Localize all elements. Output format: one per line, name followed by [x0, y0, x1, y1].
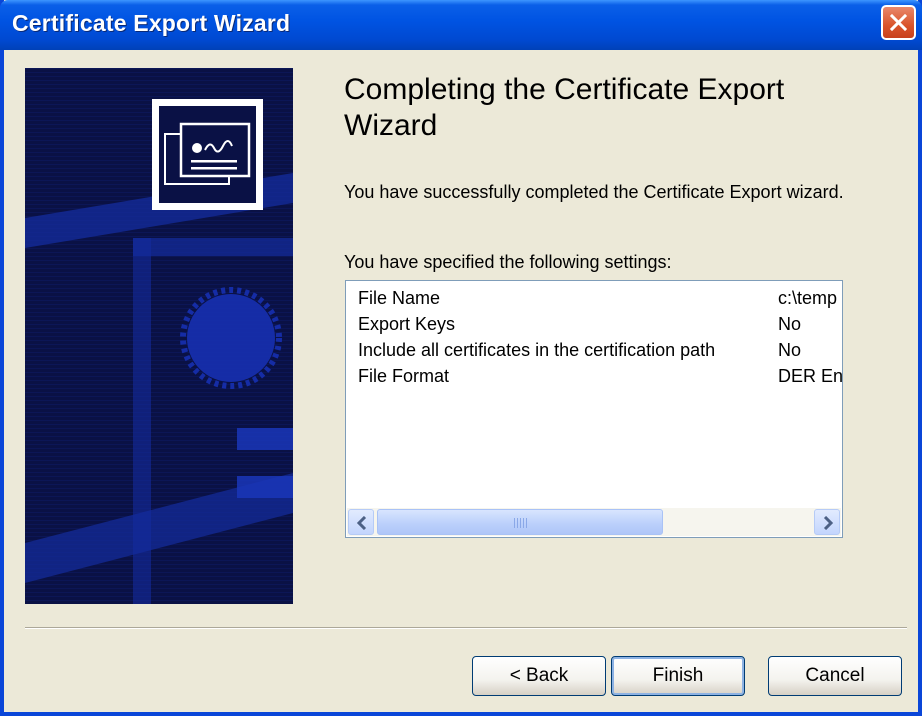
certificate-icon: [152, 99, 263, 210]
setting-name: File Format: [358, 366, 450, 386]
scroll-right-button[interactable]: [814, 509, 840, 535]
setting-name: Export Keys: [358, 314, 456, 334]
horizontal-scrollbar[interactable]: [347, 508, 841, 536]
chevron-left-icon: [356, 516, 367, 530]
list-item[interactable]: File Format DER En: [358, 363, 842, 389]
scrollbar-thumb[interactable]: [377, 509, 663, 535]
close-icon: [889, 13, 908, 32]
setting-value: No: [778, 314, 802, 334]
settings-list[interactable]: File Name c:\temp Export Keys No Include…: [345, 280, 843, 538]
success-message: You have successfully completed the Cert…: [344, 182, 844, 202]
banner-graphic: [25, 68, 293, 604]
back-button[interactable]: < Back: [472, 656, 606, 696]
divider: [25, 627, 907, 629]
setting-name: Include all certificates in the certific…: [358, 340, 716, 360]
scroll-left-button[interactable]: [348, 509, 374, 535]
page-title: Completing the Certificate Export Wizard: [344, 73, 785, 142]
list-item[interactable]: File Name c:\temp: [358, 285, 842, 311]
close-button[interactable]: [881, 5, 916, 40]
setting-value: DER En: [778, 366, 842, 386]
list-item[interactable]: Export Keys No: [358, 311, 842, 337]
window-title: Certificate Export Wizard: [12, 10, 291, 36]
title-bar[interactable]: Certificate Export Wizard: [0, 0, 922, 50]
setting-name: File Name: [358, 288, 441, 308]
wizard-window: Certificate Export Wizard Completing the…: [0, 0, 922, 716]
scrollbar-grip: [514, 518, 528, 528]
cancel-button[interactable]: Cancel: [768, 656, 902, 696]
settings-label: You have specified the following setting…: [344, 252, 672, 272]
list-item[interactable]: Include all certificates in the certific…: [358, 337, 842, 363]
finish-button[interactable]: Finish: [611, 656, 745, 696]
setting-value: c:\temp: [778, 288, 838, 308]
setting-value: No: [778, 340, 802, 360]
wizard-banner: [25, 68, 293, 604]
chevron-right-icon: [823, 516, 834, 530]
